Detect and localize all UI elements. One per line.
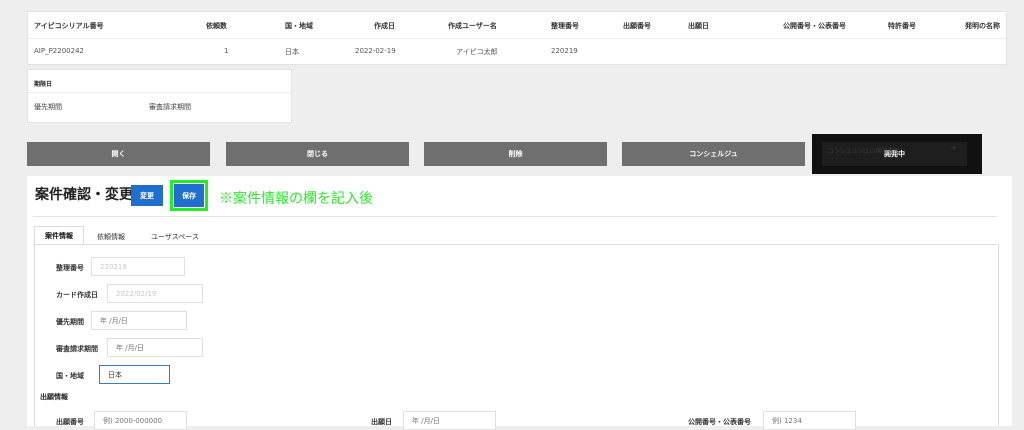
case-summary-table: アイピコシリアル番号 依頼数 国・地域 作成日 作成ユーザー名 整理番号 出願番… <box>27 11 1007 65</box>
cell-serial: AIP_P2200242 <box>34 47 84 55</box>
header-serial: アイピコシリアル番号 <box>34 22 104 30</box>
header-app-date: 出願日 <box>688 22 709 30</box>
save-button[interactable]: 保存 <box>174 184 204 207</box>
page-title: 案件確認・変更 <box>35 187 133 203</box>
deadline-box: 期限日 優先期間 審査請求期間 <box>27 69 292 123</box>
header-creator: 作成ユーザー名 <box>448 22 497 30</box>
tab-request-info[interactable]: 依頼情報 <box>97 232 125 242</box>
deadline-priority-label: 優先期間 <box>34 103 62 111</box>
header-invention-title: 発明の名称 <box>965 22 1000 30</box>
tab-user-space[interactable]: ユーザスペース <box>151 232 199 242</box>
ref-no-input[interactable] <box>91 257 185 276</box>
app-no-input[interactable] <box>94 411 187 430</box>
deadline-exam-label: 審査請求期間 <box>149 103 191 111</box>
header-pub-no: 公開番号・公表番号 <box>783 22 846 30</box>
header-patent-no: 特許番号 <box>888 22 916 30</box>
divider <box>33 216 997 217</box>
tab-case-info[interactable]: 案件情報 <box>34 226 84 245</box>
delete-button[interactable]: 削除 <box>424 142 607 166</box>
pub-no-input[interactable] <box>763 411 856 430</box>
exam-label: 審査請求期間 <box>56 345 98 353</box>
annotation-note: ※案件情報の欄を記入後 <box>219 191 373 207</box>
header-request-count: 依頼数 <box>206 22 227 30</box>
header-app-no: 出願番号 <box>623 22 651 30</box>
table-row[interactable]: AIP_P2200242 1 日本 2022-02-19 アイピコ太郎 2202… <box>28 38 1006 64</box>
country-label: 国・地域 <box>56 372 84 380</box>
header-ref-no: 整理番号 <box>551 22 579 30</box>
close-button[interactable]: 閉じる <box>226 142 409 166</box>
cell-request-count: 1 <box>224 47 229 55</box>
table-header-row: アイピコシリアル番号 依頼数 国・地域 作成日 作成ユーザー名 整理番号 出願番… <box>28 12 1006 39</box>
change-button[interactable]: 変更 <box>131 185 163 206</box>
cell-creator: アイピコ太郎 <box>456 48 498 56</box>
cell-ref-no: 220219 <box>551 47 578 55</box>
card-date-label: カード作成日 <box>56 291 98 299</box>
concierge-button[interactable]: コンシェルジュ <box>622 142 805 166</box>
deadline-title: 期限日 <box>34 81 53 88</box>
header-country: 国・地域 <box>285 22 313 30</box>
open-button[interactable]: 開く <box>27 142 210 166</box>
cell-country: 日本 <box>285 48 299 56</box>
card-date-input[interactable] <box>107 284 203 303</box>
dev-ghost-arrow: → <box>950 144 956 152</box>
cell-created-date: 2022-02-19 <box>355 47 396 55</box>
priority-date-input[interactable] <box>91 311 187 330</box>
divider <box>28 92 291 93</box>
priority-label: 優先期間 <box>56 318 84 326</box>
country-input[interactable] <box>99 365 170 384</box>
dev-ghost-text: コンシェルジュの期限表示 <box>828 148 900 155</box>
app-date-input[interactable] <box>403 411 496 430</box>
exam-date-input[interactable] <box>107 338 203 357</box>
header-created-date: 作成日 <box>374 22 395 30</box>
filing-section-title: 出願情報 <box>40 393 68 401</box>
ref-no-label: 整理番号 <box>56 264 84 272</box>
